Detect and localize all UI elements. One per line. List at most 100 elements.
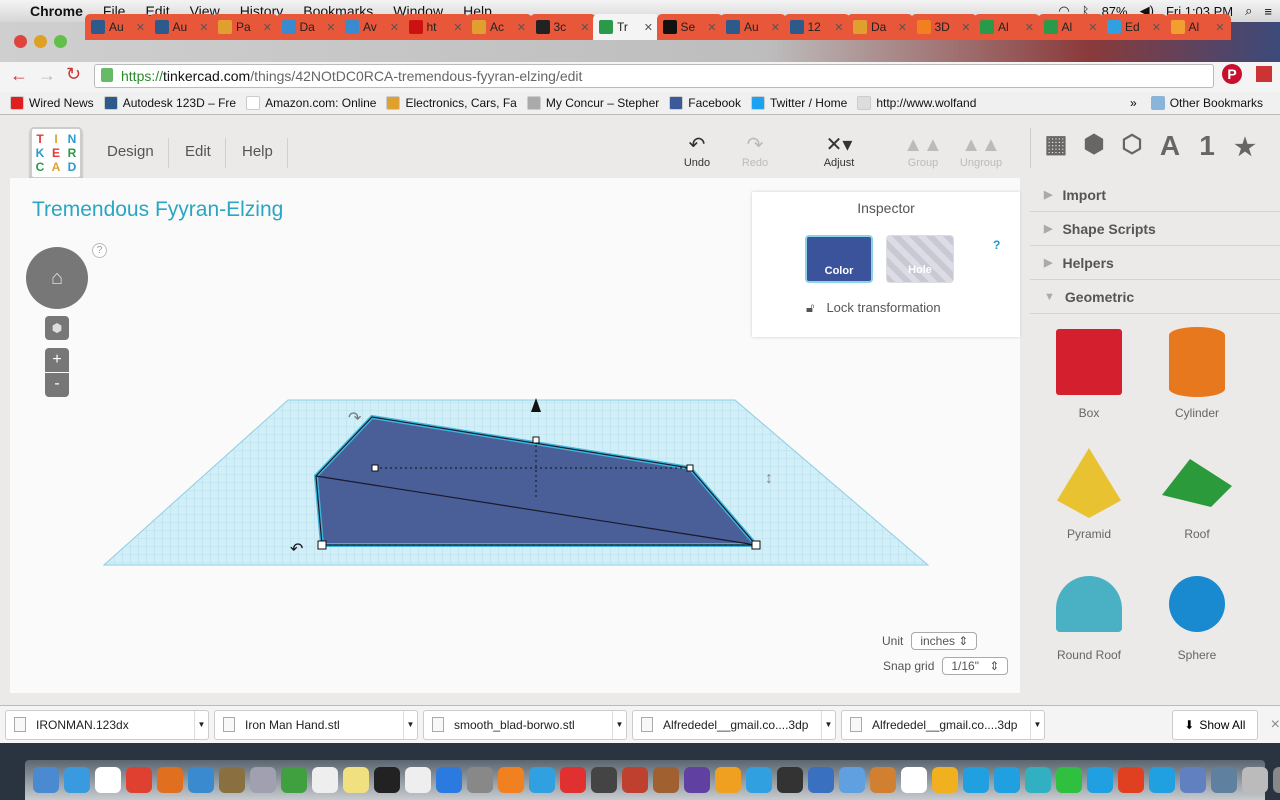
panel-section-geometric[interactable]: ▼ Geometric	[1030, 280, 1280, 314]
download-item[interactable]: Iron Man Hand.stl ▼	[214, 709, 418, 740]
download-menu-arrow[interactable]: ▼	[612, 710, 626, 739]
zoom-window-button[interactable]	[54, 35, 67, 48]
download-menu-arrow[interactable]: ▼	[403, 710, 417, 739]
close-downloads-button[interactable]: ×	[1271, 716, 1280, 734]
redo-button[interactable]: ↷ Redo	[725, 133, 785, 169]
tab-close-button[interactable]: ✕	[453, 21, 462, 34]
tab-close-button[interactable]: ✕	[136, 21, 145, 34]
dock-app-icon[interactable]	[1242, 767, 1268, 793]
height-handle[interactable]	[532, 436, 540, 444]
other-bookmarks-folder[interactable]: Other Bookmarks	[1150, 96, 1263, 110]
dock-app-icon[interactable]	[64, 767, 90, 793]
dock-app-icon[interactable]	[312, 767, 338, 793]
dock-app-icon[interactable]	[33, 767, 59, 793]
back-button[interactable]: ←	[10, 65, 28, 86]
shape-cylinder[interactable]: Cylinder	[1142, 322, 1252, 420]
download-item[interactable]: Alfrededel__gmail.co....3dp ▼	[632, 709, 836, 740]
browser-tab[interactable]: Ed ✕	[1101, 14, 1167, 40]
browser-tab[interactable]: Au ✕	[720, 14, 786, 40]
notification-icon[interactable]: ≡	[1264, 4, 1272, 19]
dock-app-icon[interactable]	[653, 767, 679, 793]
tab-close-button[interactable]: ✕	[326, 21, 335, 34]
zoom-out-button[interactable]: -	[45, 373, 69, 397]
browser-tab[interactable]: Tr ✕	[593, 14, 659, 40]
browser-tab[interactable]: Al ✕	[1164, 14, 1231, 40]
tab-close-button[interactable]: ✕	[199, 21, 208, 34]
download-menu-arrow[interactable]: ▼	[194, 710, 208, 739]
tab-close-button[interactable]: ✕	[1025, 21, 1034, 34]
browser-tab[interactable]: Ac ✕	[466, 14, 532, 40]
minimize-window-button[interactable]	[34, 35, 47, 48]
shape-roof[interactable]: Roof	[1142, 443, 1252, 541]
browser-tab[interactable]: Se ✕	[656, 14, 723, 40]
dock-app-icon[interactable]	[1180, 767, 1206, 793]
lock-transformation-toggle[interactable]: 🔓︎ Lock transformation	[806, 300, 941, 316]
browser-tab[interactable]: Da ✕	[847, 14, 913, 40]
wireframe-view-icon[interactable]: ⬡	[1112, 130, 1152, 159]
dock-app-icon[interactable]	[1273, 767, 1280, 793]
dock-app-icon[interactable]	[1149, 767, 1175, 793]
grid-view-icon[interactable]: ▦	[1036, 130, 1076, 159]
browser-tab[interactable]: Av ✕	[339, 14, 405, 40]
number-shapes-button[interactable]: 1	[1187, 130, 1227, 162]
dock-app-icon[interactable]	[281, 767, 307, 793]
resize-handle[interactable]	[751, 540, 761, 550]
zoom-in-button[interactable]: +	[45, 348, 69, 372]
download-item[interactable]: smooth_blad-borwo.stl ▼	[423, 709, 627, 740]
dock-app-icon[interactable]	[1087, 767, 1113, 793]
forward-button[interactable]: →	[38, 65, 56, 86]
shape-sphere[interactable]: Sphere	[1142, 564, 1252, 662]
solid-view-icon[interactable]: ⬢	[1074, 130, 1114, 159]
dock-app-icon[interactable]	[560, 767, 586, 793]
nav-design[interactable]: Design	[93, 138, 169, 168]
bookmark-item[interactable]: Amazon.com: Online	[246, 96, 376, 110]
browser-tab[interactable]: Da ✕	[275, 14, 342, 40]
snap-grid-select[interactable]: 1/16" ⇕	[942, 657, 1009, 675]
tab-close-button[interactable]: ✕	[771, 21, 780, 34]
tab-close-button[interactable]: ✕	[898, 21, 907, 34]
bookmark-item[interactable]: Facebook	[669, 96, 741, 110]
menu-app-name[interactable]: Chrome	[20, 3, 93, 19]
nav-edit[interactable]: Edit	[171, 138, 226, 168]
group-button[interactable]: ▲▲ Group	[893, 133, 953, 169]
bookmarks-overflow-button[interactable]: »	[1130, 96, 1137, 110]
inspector-help-button[interactable]: ?	[993, 238, 1000, 252]
tab-close-button[interactable]: ✕	[517, 21, 526, 34]
dock-app-icon[interactable]	[529, 767, 555, 793]
dock-app-icon[interactable]	[715, 767, 741, 793]
tab-close-button[interactable]: ✕	[580, 21, 589, 34]
dock-app-icon[interactable]	[126, 767, 152, 793]
dock-app-icon[interactable]	[157, 767, 183, 793]
rotate-handle-icon[interactable]: ↷	[348, 410, 362, 427]
download-menu-arrow[interactable]: ▼	[1030, 710, 1044, 739]
show-all-downloads-button[interactable]: ⬇ Show All	[1172, 709, 1258, 740]
dock-app-icon[interactable]	[808, 767, 834, 793]
tab-close-button[interactable]: ✕	[644, 21, 653, 34]
favorites-star-button[interactable]: ★	[1225, 133, 1265, 162]
home-view-icon[interactable]: ⌂	[51, 267, 63, 289]
dock-app-icon[interactable]	[746, 767, 772, 793]
extension-icon[interactable]	[1256, 66, 1272, 82]
text-shapes-button[interactable]: A	[1150, 130, 1190, 162]
dock-app-icon[interactable]	[591, 767, 617, 793]
undo-button[interactable]: ↶ Undo	[667, 133, 727, 169]
rotate-handle-icon[interactable]: ↕	[765, 470, 773, 487]
panel-section-shape-scripts[interactable]: ▶ Shape Scripts	[1030, 212, 1280, 246]
dock-app-icon[interactable]	[405, 767, 431, 793]
dock-app-icon[interactable]	[219, 767, 245, 793]
browser-tab[interactable]: Au ✕	[148, 14, 215, 40]
bookmark-item[interactable]: My Concur – Stepher	[526, 96, 659, 110]
adjust-button[interactable]: ✕▾ Adjust	[809, 133, 869, 169]
dock-app-icon[interactable]	[374, 767, 400, 793]
download-item[interactable]: Alfrededel__gmail.co....3dp ▼	[841, 709, 1045, 740]
dock-app-icon[interactable]	[498, 767, 524, 793]
tab-close-button[interactable]: ✕	[961, 21, 970, 34]
reload-button[interactable]: ↻	[66, 64, 81, 85]
browser-tab[interactable]: 3c ✕	[529, 14, 596, 40]
dock-app-icon[interactable]	[467, 767, 493, 793]
tab-close-button[interactable]: ✕	[390, 21, 399, 34]
browser-tab[interactable]: 12 ✕	[783, 14, 850, 40]
rotate-handle-icon[interactable]: ↶	[290, 541, 303, 558]
bookmark-item[interactable]: Wired News	[10, 96, 94, 110]
shape-pyramid[interactable]: Pyramid	[1034, 443, 1144, 541]
